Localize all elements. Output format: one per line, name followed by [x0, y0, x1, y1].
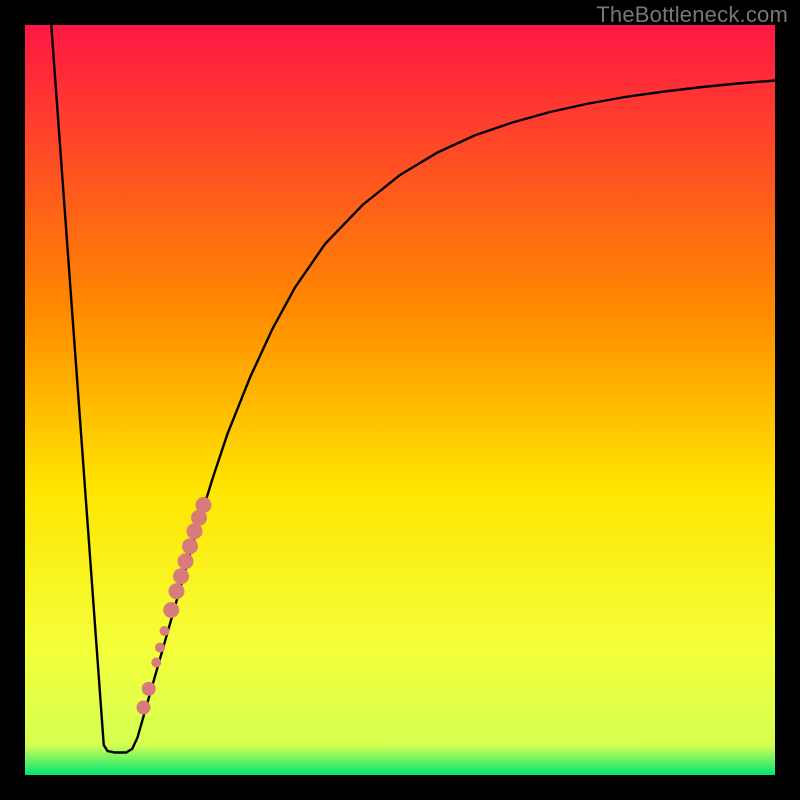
- data-marker: [142, 682, 156, 696]
- data-marker: [163, 602, 179, 618]
- data-marker: [178, 553, 194, 569]
- data-marker: [182, 538, 198, 554]
- data-marker: [155, 643, 165, 653]
- data-marker: [160, 626, 170, 636]
- data-marker: [137, 701, 151, 715]
- data-marker: [196, 497, 212, 513]
- data-marker: [169, 583, 185, 599]
- chart-container: TheBottleneck.com: [0, 0, 800, 800]
- data-marker: [151, 658, 161, 668]
- gradient-background: [25, 25, 775, 775]
- data-marker: [173, 568, 189, 584]
- bottleneck-chart: [25, 25, 775, 775]
